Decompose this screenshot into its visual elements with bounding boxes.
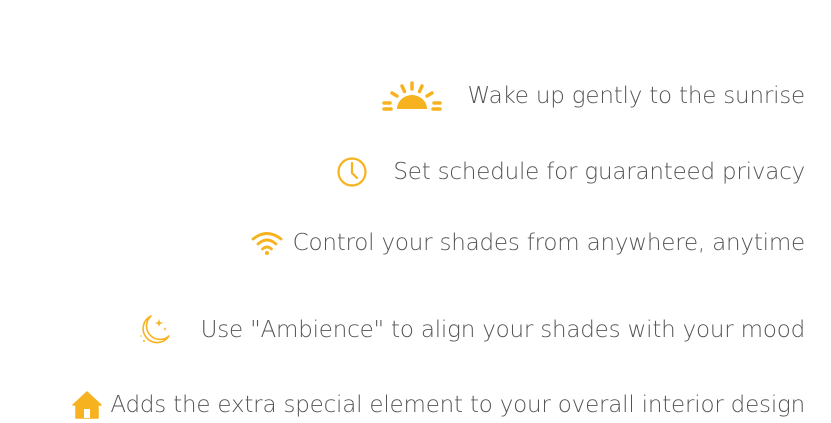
wifi-icon (249, 230, 285, 256)
clock-icon (335, 156, 369, 188)
feature-text: Adds the extra special element to your o… (110, 392, 805, 418)
feature-list: Wake up gently to the sunrise Set schedu… (0, 0, 805, 423)
feature-row-sunrise: Wake up gently to the sunrise (376, 80, 805, 112)
home-icon (70, 390, 104, 420)
feature-text: Set schedule for guaranteed privacy (393, 159, 805, 185)
sunrise-icon (376, 80, 448, 112)
feature-text: Control your shades from anywhere, anyti… (292, 230, 806, 256)
feature-row-design: Adds the extra special element to your o… (70, 390, 805, 420)
feature-text: Wake up gently to the sunrise (467, 83, 806, 109)
feature-row-schedule: Set schedule for guaranteed privacy (335, 156, 805, 188)
feature-row-control: Control your shades from anywhere, anyti… (249, 228, 805, 258)
feature-row-ambience: Use "Ambience" to align your shades with… (135, 312, 805, 348)
moon-stars-icon (135, 312, 175, 348)
feature-text: Use "Ambience" to align your shades with… (200, 317, 806, 343)
